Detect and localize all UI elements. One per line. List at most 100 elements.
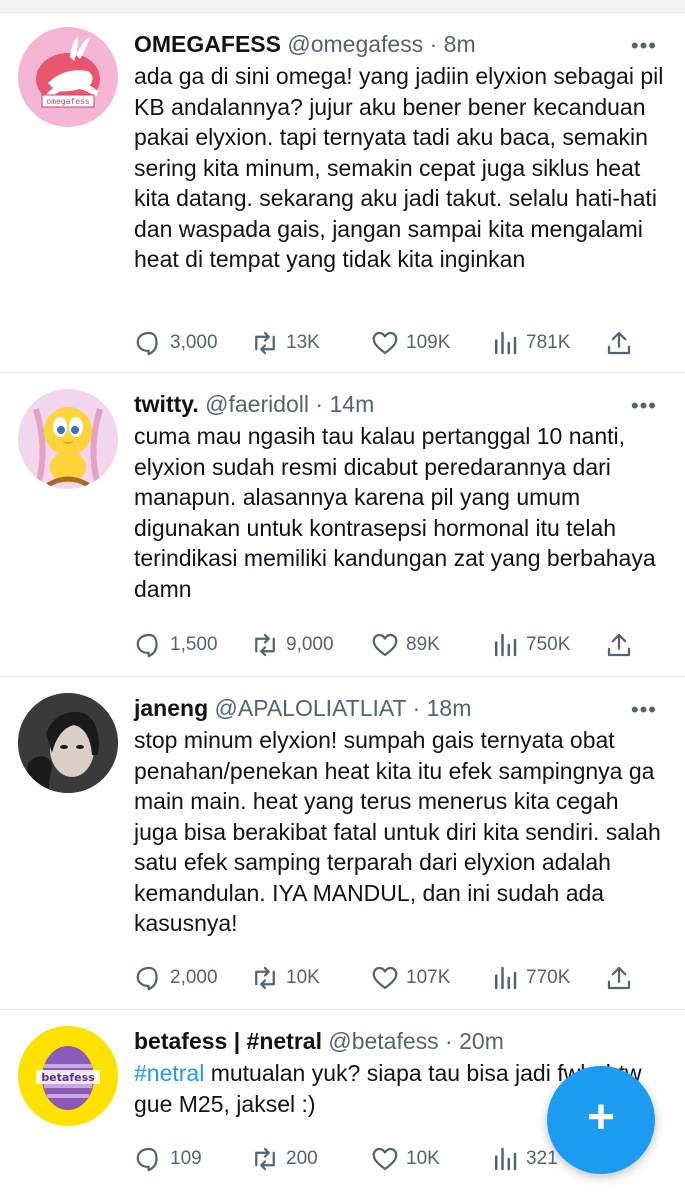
views-count: 770K xyxy=(526,967,571,988)
timestamp[interactable]: 8m xyxy=(444,31,476,57)
reply-icon xyxy=(136,331,158,356)
views-button[interactable]: 781K xyxy=(490,325,570,361)
reply-button[interactable]: 109 xyxy=(134,1141,202,1177)
avatar[interactable] xyxy=(18,389,118,489)
tweet-actions: 2,000 10K 107K 770K xyxy=(134,960,654,996)
share-button[interactable] xyxy=(604,325,640,361)
tweet-actions: 3,000 13K 109K 781K xyxy=(134,325,654,361)
reply-count: 3,000 xyxy=(170,332,218,353)
share-icon xyxy=(607,966,631,990)
separator-dot: · xyxy=(412,695,421,721)
separator-dot: · xyxy=(315,391,324,417)
retweet-icon xyxy=(255,966,275,990)
reply-icon xyxy=(136,1147,158,1172)
timestamp[interactable]: 20m xyxy=(459,1028,504,1054)
tweet-header: janeng @APALOLIATLIAT · 18m xyxy=(134,693,471,723)
more-options-icon[interactable]: ••• xyxy=(631,697,657,723)
views-chart-icon xyxy=(495,633,517,657)
betafess-logo-icon: betafess xyxy=(36,1046,100,1110)
retweet-button[interactable]: 13K xyxy=(250,325,320,361)
tweet-text: stop minum elyxion! sumpah gais ternyata… xyxy=(134,727,661,936)
separator-dot: · xyxy=(445,1028,453,1054)
svg-text:omegafess: omegafess xyxy=(46,97,90,106)
reply-count: 109 xyxy=(170,1148,202,1169)
like-button[interactable]: 89K xyxy=(370,627,440,663)
views-button[interactable]: 321 xyxy=(490,1141,558,1177)
display-name[interactable]: betafess | #netral xyxy=(134,1028,322,1054)
retweet-button[interactable]: 9,000 xyxy=(250,627,334,663)
like-count: 89K xyxy=(406,634,440,655)
retweet-count: 9,000 xyxy=(286,634,334,655)
reply-button[interactable]: 1,500 xyxy=(134,627,218,663)
retweet-count: 200 xyxy=(286,1148,318,1169)
tweety-bird-icon xyxy=(33,407,103,488)
like-count: 107K xyxy=(406,967,451,988)
tweet-item[interactable]: twitty. @faeridoll · 14m ••• cuma mau ng… xyxy=(0,373,685,677)
views-chart-icon xyxy=(495,331,517,355)
tweet-header: twitty. @faeridoll · 14m xyxy=(134,389,374,419)
avatar[interactable]: omegafess xyxy=(18,27,118,127)
like-button[interactable]: 10K xyxy=(370,1141,440,1177)
tweet-header: betafess | #netral @betafess · 20m xyxy=(134,1026,504,1056)
username[interactable]: @omegafess xyxy=(287,31,423,57)
plus-icon: + xyxy=(586,1091,616,1144)
reply-button[interactable]: 3,000 xyxy=(134,325,218,361)
reply-count: 1,500 xyxy=(170,634,218,655)
retweet-button[interactable]: 10K xyxy=(250,960,320,996)
compose-tweet-button[interactable]: + xyxy=(547,1066,655,1174)
display-name[interactable]: OMEGAFESS xyxy=(134,31,281,57)
tweet-item[interactable]: janeng @APALOLIATLIAT · 18m ••• stop min… xyxy=(0,677,685,1010)
omegafess-logo-icon: omegafess xyxy=(36,37,100,108)
views-chart-icon xyxy=(495,1147,517,1171)
svg-text:betafess: betafess xyxy=(41,1071,95,1084)
display-name[interactable]: twitty. xyxy=(134,391,199,417)
views-chart-icon xyxy=(495,966,517,990)
tweet-text: ada ga di sini omega! yang jadiin elyxio… xyxy=(134,63,664,272)
share-button[interactable] xyxy=(604,960,640,996)
timestamp[interactable]: 14m xyxy=(329,391,374,417)
share-icon xyxy=(607,331,631,355)
retweet-count: 10K xyxy=(286,967,320,988)
separator-dot: · xyxy=(429,31,438,57)
share-icon xyxy=(607,633,631,657)
timestamp[interactable]: 18m xyxy=(427,695,472,721)
views-count: 321 xyxy=(526,1148,558,1169)
retweet-count: 13K xyxy=(286,332,320,353)
retweet-icon xyxy=(255,331,275,355)
retweet-button[interactable]: 200 xyxy=(250,1141,318,1177)
tweet-header: OMEGAFESS @omegafess · 8m xyxy=(134,29,476,59)
profile-photo-icon xyxy=(18,693,118,793)
like-button[interactable]: 109K xyxy=(370,325,450,361)
heart-icon xyxy=(372,1147,398,1171)
share-button[interactable] xyxy=(604,627,640,663)
avatar[interactable]: betafess xyxy=(18,1026,118,1126)
retweet-icon xyxy=(255,633,275,657)
reply-button[interactable]: 2,000 xyxy=(134,960,218,996)
heart-icon xyxy=(372,331,398,355)
like-button[interactable]: 107K xyxy=(370,960,450,996)
username[interactable]: @betafess xyxy=(328,1028,438,1054)
more-options-icon[interactable]: ••• xyxy=(631,33,657,59)
tweet-item[interactable]: omegafess OMEGAFESS @omegafess · 8m ••• … xyxy=(0,13,685,373)
username[interactable]: @APALOLIATLIAT xyxy=(215,695,407,721)
like-count: 109K xyxy=(406,332,451,353)
views-count: 750K xyxy=(526,634,571,655)
display-name[interactable]: janeng xyxy=(134,695,208,721)
avatar[interactable] xyxy=(18,693,118,793)
reply-icon xyxy=(136,633,158,658)
hashtag-link[interactable]: #netral xyxy=(134,1060,204,1086)
views-button[interactable]: 750K xyxy=(490,627,570,663)
more-options-icon[interactable]: ••• xyxy=(631,393,657,419)
views-count: 781K xyxy=(526,332,571,353)
heart-icon xyxy=(372,966,398,990)
like-count: 10K xyxy=(406,1148,440,1169)
reply-count: 2,000 xyxy=(170,967,218,988)
username[interactable]: @faeridoll xyxy=(205,391,309,417)
reply-icon xyxy=(136,966,158,991)
retweet-icon xyxy=(255,1147,275,1171)
views-button[interactable]: 770K xyxy=(490,960,570,996)
top-divider xyxy=(0,0,685,13)
tweet-text: cuma mau ngasih tau kalau pertanggal 10 … xyxy=(134,423,656,602)
tweet-actions: 1,500 9,000 89K 750K xyxy=(134,627,654,663)
heart-icon xyxy=(372,633,398,657)
